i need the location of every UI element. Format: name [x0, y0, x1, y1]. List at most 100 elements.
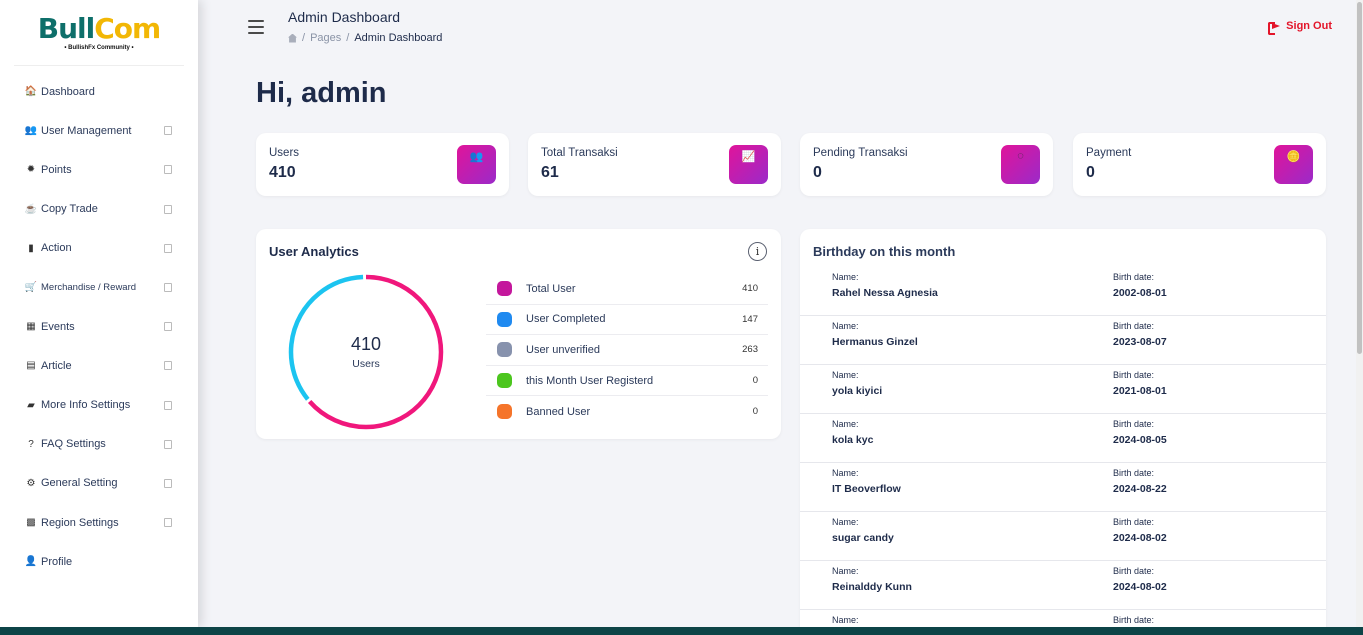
info-icon[interactable]: i	[748, 242, 767, 261]
breadcrumb: / Pages / Admin Dashboard	[288, 32, 442, 44]
logo-wordmark: BullCom	[37, 11, 161, 45]
card-title: User Analytics	[269, 244, 359, 259]
expand-icon[interactable]	[164, 478, 172, 488]
sidebar-item-label: More Info Settings	[41, 399, 131, 412]
sidebar-item-label: Region Settings	[41, 516, 119, 529]
legend-label: this Month User Registerd	[526, 374, 654, 387]
legend-swatch	[497, 373, 512, 389]
expand-icon[interactable]	[164, 322, 172, 332]
sidebar-item-label: Article	[41, 359, 72, 372]
scrollbar-thumb[interactable]	[1357, 2, 1362, 354]
date-key: Birth date:	[1113, 517, 1155, 527]
birthday-date: 2023-08-07	[1113, 336, 1167, 348]
chart-line-icon: 📈	[729, 145, 768, 184]
gear-badge-icon: ✹	[26, 164, 36, 176]
birthday-date: 2002-08-01	[1113, 287, 1167, 299]
cog-icon: ⚙	[26, 477, 36, 489]
date-key: Birth date:	[1113, 419, 1155, 429]
date-key: Birth date:	[1113, 468, 1155, 478]
name-key: Name:	[832, 370, 859, 380]
stat-card-users[interactable]: Users 410 👥	[256, 133, 509, 196]
sidebar-item-points[interactable]: ✹ Points	[0, 150, 198, 189]
sidebar-item-copy-trade[interactable]: ☕ Copy Trade	[0, 190, 198, 229]
birthday-row: Name: Rahel Nessa Agnesia Birth date: 2002-…	[800, 267, 1326, 316]
stat-label: Payment	[1086, 147, 1132, 159]
stat-card-payment[interactable]: Payment 0 🪙	[1073, 133, 1326, 196]
legend-value: 147	[742, 313, 758, 325]
user-icon: 👤	[24, 556, 38, 568]
card-title: Birthday on this month	[813, 244, 956, 259]
home-icon[interactable]	[288, 33, 297, 43]
sidebar-nav: 🏠 Dashboard 👥 User Management ✹ Points ☕ Copy T…	[0, 72, 198, 581]
name-key: Name:	[832, 321, 859, 331]
hamburger-menu-icon[interactable]	[248, 20, 264, 34]
sidebar-item-events[interactable]: ▦ Events	[0, 307, 198, 346]
birthday-name: IT Beoverflow	[832, 483, 901, 495]
birthday-name: yola kiyici	[832, 385, 883, 397]
legend-item: User unverified 263	[486, 335, 768, 366]
name-key: Name:	[832, 272, 859, 282]
sidebar-item-user-management[interactable]: 👥 User Management	[0, 111, 198, 150]
expand-icon[interactable]	[164, 283, 172, 293]
newspaper-icon: ▤	[26, 360, 36, 372]
date-key: Birth date:	[1113, 615, 1155, 625]
name-key: Name:	[832, 517, 859, 527]
stat-value: 0	[813, 164, 822, 181]
legend-value: 0	[752, 406, 758, 418]
date-key: Birth date:	[1113, 370, 1155, 380]
expand-icon[interactable]	[164, 400, 172, 410]
breadcrumb-separator: /	[346, 32, 350, 44]
sign-out-icon	[1268, 21, 1281, 35]
sidebar-item-action[interactable]: ▮ Action	[0, 229, 198, 268]
expand-icon[interactable]	[164, 165, 172, 175]
stat-card-pending-transaksi[interactable]: Pending Transaksi 0 ◌	[800, 133, 1053, 196]
birthday-date: 2024-08-22	[1113, 483, 1167, 495]
birthday-row: Name: kola kyc Birth date: 2024-08-05	[800, 414, 1326, 463]
sidebar-item-label: Copy Trade	[41, 203, 98, 216]
birthday-name: Rahel Nessa Agnesia	[832, 287, 938, 299]
calendar-icon: ▦	[26, 321, 36, 333]
sidebar-item-more-info-settings[interactable]: ▰ More Info Settings	[0, 386, 198, 425]
birthday-name: sugar candy	[832, 532, 894, 544]
sidebar-item-dashboard[interactable]: 🏠 Dashboard	[0, 72, 198, 111]
birthday-row: Name: sugar candy Birth date: 2024-08-02	[800, 512, 1326, 561]
sign-out-button[interactable]: Sign Out	[1268, 20, 1332, 35]
sidebar-item-faq-settings[interactable]: ? FAQ Settings	[0, 425, 198, 464]
sidebar-item-profile[interactable]: 👤 Profile	[0, 542, 198, 581]
home-icon: 🏠	[24, 86, 38, 98]
birthday-date: 2024-08-02	[1113, 532, 1167, 544]
sidebar-item-label: Points	[41, 163, 72, 176]
logo[interactable]: BullCom • BullishFx Community •	[14, 0, 184, 66]
stat-label: Pending Transaksi	[813, 147, 908, 159]
breadcrumb-pages[interactable]: Pages	[310, 32, 341, 44]
page-scrollbar[interactable]	[1356, 0, 1363, 627]
legend-swatch	[497, 311, 512, 327]
expand-icon[interactable]	[164, 518, 172, 528]
birthday-date: 2024-08-02	[1113, 581, 1167, 593]
expand-icon[interactable]	[164, 361, 172, 371]
logo-tagline: • BullishFx Community •	[64, 44, 134, 51]
sidebar-item-merchandise-reward[interactable]: 🛒 Merchandise / Reward	[0, 268, 198, 307]
expand-icon[interactable]	[164, 243, 172, 253]
user-analytics-card: User Analytics i 410 Users Total User 410…	[256, 229, 781, 439]
name-key: Name:	[832, 566, 859, 576]
sidebar-item-region-settings[interactable]: ▩ Region Settings	[0, 503, 198, 542]
birthday-date: 2021-08-01	[1113, 385, 1167, 397]
birthday-list: Name: Rahel Nessa Agnesia Birth date: 2002-…	[800, 267, 1326, 635]
birthday-row: Name: yola kiyici Birth date: 2021-08-01	[800, 365, 1326, 414]
expand-icon[interactable]	[164, 126, 172, 136]
sign-out-label: Sign Out	[1286, 20, 1332, 32]
sidebar-item-label: FAQ Settings	[41, 438, 106, 451]
donut-total-label: Users	[352, 358, 380, 370]
sidebar-item-general-setting[interactable]: ⚙ General Setting	[0, 464, 198, 503]
legend-swatch	[497, 404, 512, 420]
spinner-icon: ◌	[1001, 145, 1040, 184]
date-key: Birth date:	[1113, 566, 1155, 576]
expand-icon[interactable]	[164, 439, 172, 449]
sidebar-item-article[interactable]: ▤ Article	[0, 346, 198, 385]
legend-item: Banned User 0	[486, 396, 768, 427]
stat-card-total-transaksi[interactable]: Total Transaksi 61 📈	[528, 133, 781, 196]
expand-icon[interactable]	[164, 204, 172, 214]
sidebar-item-label: Dashboard	[41, 85, 95, 98]
sidebar: BullCom • BullishFx Community • 🏠 Dashboa…	[0, 0, 198, 627]
